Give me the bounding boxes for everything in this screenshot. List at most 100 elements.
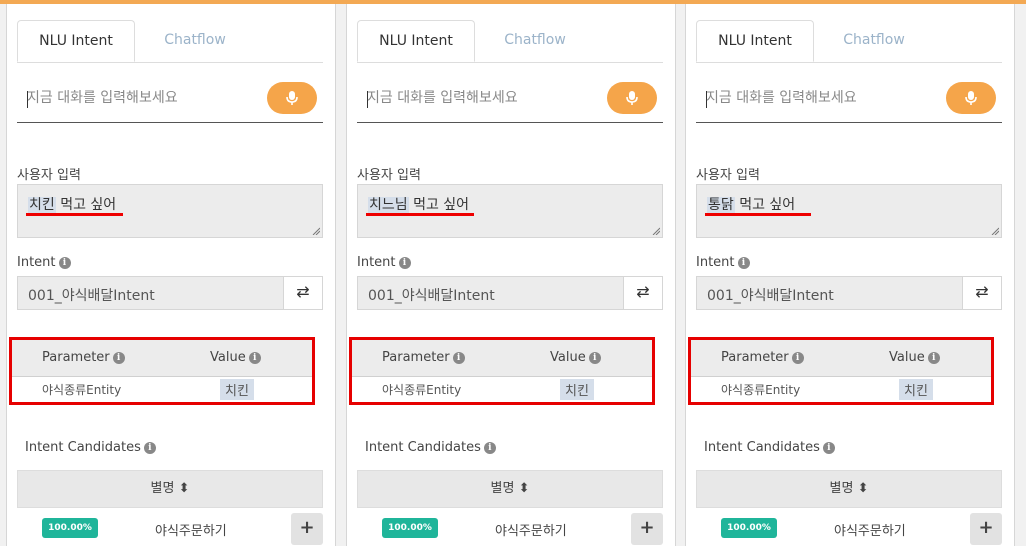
swap-button[interactable]: ⇄ (962, 276, 1002, 310)
intent-value: 001_야식배달Intent (368, 288, 495, 304)
info-icon[interactable]: i (58, 257, 71, 269)
intent-candidates-text: Intent Candidates (365, 440, 481, 455)
info-icon[interactable]: i (452, 352, 465, 364)
user-input-box[interactable]: 치느님 먹고 싶어 (357, 184, 663, 238)
intent-candidates-label: Intent Candidates i (365, 440, 496, 455)
tab-chatflow[interactable]: Chatflow (475, 20, 595, 62)
chat-input[interactable] (706, 86, 926, 110)
parameter-table-annotated: Parameter i Value i 야식종류Entity 치킨 (349, 337, 655, 405)
parameter-table-header: Parameter i Value i (691, 340, 991, 377)
info-icon[interactable]: i (588, 352, 601, 364)
resize-grip-icon[interactable] (652, 227, 660, 235)
intent-label-text: Intent (357, 255, 396, 270)
info-icon[interactable]: i (791, 352, 804, 364)
parameter-table-annotated: Parameter i Value i 야식종류Entity 치킨 (688, 337, 994, 405)
tab-nlu-intent[interactable]: NLU Intent (696, 20, 814, 62)
parameter-header-text: Parameter (721, 350, 789, 365)
parameter-header-text: Parameter (382, 350, 450, 365)
user-utterance: 치느님 먹고 싶어 (368, 194, 469, 214)
info-icon[interactable]: i (927, 352, 940, 364)
microphone-icon (626, 91, 638, 105)
info-icon[interactable]: i (822, 442, 835, 454)
score-badge: 100.00% (721, 518, 777, 538)
tab-nlu-intent[interactable]: NLU Intent (357, 20, 475, 62)
score-badge: 100.00% (382, 518, 438, 538)
info-icon[interactable]: i (398, 257, 411, 269)
parameter-name: 야식종류Entity (382, 383, 462, 397)
tab-chatflow[interactable]: Chatflow (814, 20, 934, 62)
parameter-row: 야식종류Entity 치킨 (352, 377, 652, 402)
info-icon[interactable]: i (483, 442, 496, 454)
parameter-value: 치킨 (899, 379, 933, 400)
candidate-name: 야식주문하기 (834, 524, 906, 539)
entity-highlight: 치킨 (28, 197, 56, 213)
value-header-text: Value (550, 350, 586, 365)
info-icon[interactable]: i (248, 352, 261, 364)
user-input-box[interactable]: 통닭 먹고 싶어 (696, 184, 1002, 238)
candidate-name: 야식주문하기 (155, 524, 227, 539)
candidate-row: 100.00% 야식주문하기 + (17, 508, 323, 546)
microphone-button[interactable] (946, 82, 996, 114)
panel-3: NLU Intent Chatflow 사용자 입력 통닭 먹고 싶어 Inte… (685, 4, 1015, 546)
microphone-button[interactable] (267, 82, 317, 114)
tab-nlu-intent[interactable]: NLU Intent (17, 20, 135, 62)
entity-highlight: 통닭 (707, 197, 735, 213)
candidates-sort-header[interactable]: 별명 ⬍ (357, 470, 663, 508)
tab-bar: NLU Intent Chatflow (357, 20, 663, 63)
chat-input[interactable] (367, 86, 587, 110)
parameter-header: Parameter i (42, 350, 125, 365)
swap-button[interactable]: ⇄ (623, 276, 663, 310)
chat-input-area (17, 78, 323, 123)
parameter-table-annotated: Parameter i Value i 야식종류Entity 치킨 (9, 337, 315, 405)
intent-candidates-label: Intent Candidates i (704, 440, 835, 455)
microphone-icon (286, 91, 298, 105)
panel-2: NLU Intent Chatflow 사용자 입력 치느님 먹고 싶어 Int… (346, 4, 676, 546)
user-input-label: 사용자 입력 (696, 168, 760, 183)
add-button[interactable]: + (970, 513, 1002, 545)
resize-grip-icon[interactable] (991, 227, 999, 235)
score-badge: 100.00% (42, 518, 98, 538)
utterance-rest: 먹고 싶어 (408, 197, 470, 213)
value-header: Value i (550, 350, 601, 365)
tab-bar: NLU Intent Chatflow (696, 20, 1002, 63)
user-utterance: 통닭 먹고 싶어 (707, 194, 795, 214)
info-icon[interactable]: i (143, 442, 156, 454)
annotation-underline (26, 213, 123, 216)
intent-label-text: Intent (696, 255, 735, 270)
parameter-table-header: Parameter i Value i (12, 340, 312, 377)
intent-label-text: Intent (17, 255, 56, 270)
candidate-row: 100.00% 야식주문하기 + (696, 508, 1002, 546)
candidates-sort-header[interactable]: 별명 ⬍ (17, 470, 323, 508)
candidate-name: 야식주문하기 (495, 524, 567, 539)
microphone-button[interactable] (607, 82, 657, 114)
candidates-sort-header[interactable]: 별명 ⬍ (696, 470, 1002, 508)
parameter-row: 야식종류Entity 치킨 (691, 377, 991, 402)
parameter-table-header: Parameter i Value i (352, 340, 652, 377)
user-input-label: 사용자 입력 (17, 168, 81, 183)
add-button[interactable]: + (291, 513, 323, 545)
chat-input-area (696, 78, 1002, 123)
add-button[interactable]: + (631, 513, 663, 545)
intent-field: 001_야식배달Intent ⇄ (357, 276, 663, 310)
value-header: Value i (889, 350, 940, 365)
resize-grip-icon[interactable] (312, 227, 320, 235)
user-input-box[interactable]: 치킨 먹고 싶어 (17, 184, 323, 238)
intent-label: Intent i (357, 255, 411, 270)
parameter-name: 야식종류Entity (42, 383, 122, 397)
swap-button[interactable]: ⇄ (283, 276, 323, 310)
tab-chatflow[interactable]: Chatflow (135, 20, 255, 62)
info-icon[interactable]: i (112, 352, 125, 364)
info-icon[interactable]: i (737, 257, 750, 269)
chat-input[interactable] (27, 86, 247, 110)
intent-label: Intent i (17, 255, 71, 270)
user-utterance: 치킨 먹고 싶어 (28, 194, 116, 214)
intent-candidates-text: Intent Candidates (25, 440, 141, 455)
intent-value: 001_야식배달Intent (28, 288, 155, 304)
intent-value: 001_야식배달Intent (707, 288, 834, 304)
panel-1: NLU Intent Chatflow 사용자 입력 치킨 먹고 싶어 Inte… (6, 4, 336, 546)
parameter-header: Parameter i (721, 350, 804, 365)
intent-candidates-text: Intent Candidates (704, 440, 820, 455)
microphone-icon (965, 91, 977, 105)
parameter-value: 치킨 (560, 379, 594, 400)
entity-highlight: 치느님 (368, 197, 409, 213)
